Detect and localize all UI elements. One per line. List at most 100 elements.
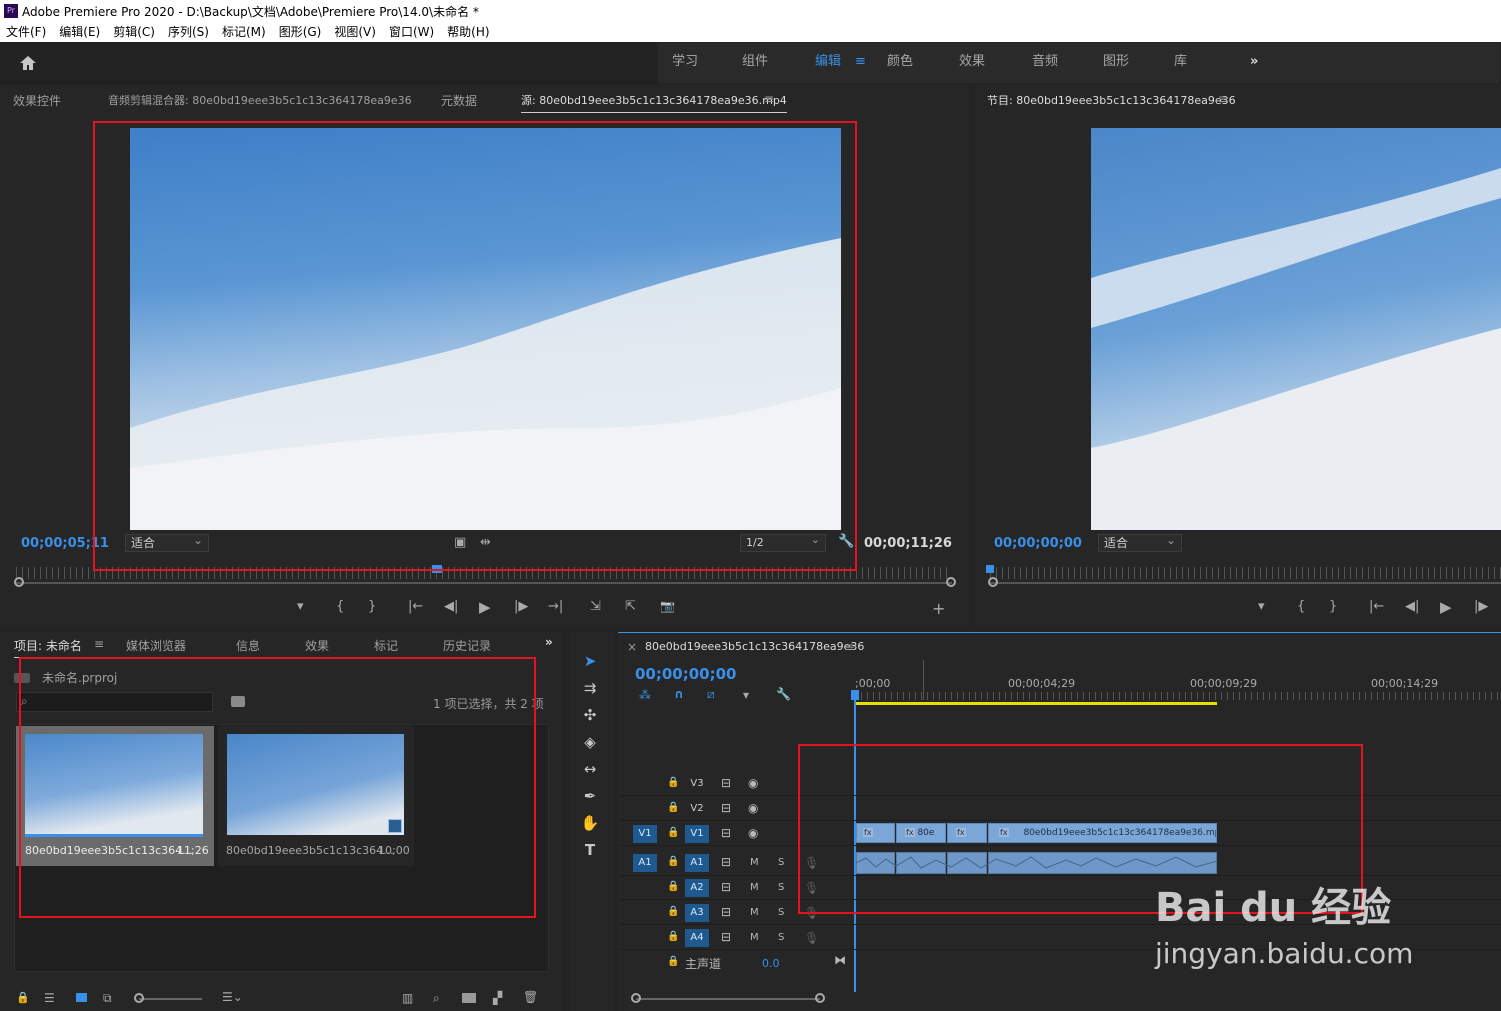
- source-patch-v1[interactable]: V1: [633, 825, 657, 843]
- icon-view-icon[interactable]: [76, 993, 87, 1002]
- sync-lock-icon[interactable]: ⊟: [721, 905, 731, 919]
- eye-icon[interactable]: ◉: [748, 826, 758, 840]
- source-panel-menu-icon[interactable]: ≡: [764, 92, 774, 106]
- close-sequence-icon[interactable]: ×: [627, 640, 637, 654]
- go-to-out-icon[interactable]: →|: [548, 599, 563, 614]
- type-tool-icon[interactable]: T: [579, 839, 601, 861]
- eye-icon[interactable]: ◉: [748, 776, 758, 790]
- mark-in-icon[interactable]: {: [1297, 599, 1305, 614]
- timeline-timecode[interactable]: 00;00;00;00: [635, 665, 737, 683]
- add-button-icon[interactable]: +: [932, 599, 945, 618]
- program-fit-dropdown[interactable]: 适合: [1098, 532, 1182, 552]
- master-volume-value[interactable]: 0.0: [762, 957, 780, 970]
- track-label-a4[interactable]: A4: [685, 929, 709, 947]
- workspace-more-icon[interactable]: »: [1250, 43, 1258, 83]
- menu-edit[interactable]: 编辑(E): [59, 25, 100, 39]
- export-frame-icon[interactable]: 📷: [660, 599, 675, 613]
- menu-sequence[interactable]: 序列(S): [168, 25, 209, 39]
- menu-file[interactable]: 文件(F): [6, 25, 46, 39]
- go-to-in-icon[interactable]: |←: [408, 599, 423, 614]
- go-to-in-icon[interactable]: |←: [1369, 599, 1384, 614]
- zoom-slider-handle-icon[interactable]: [134, 993, 144, 1003]
- scroll-handle-icon[interactable]: [815, 993, 825, 1003]
- work-area-bar[interactable]: [856, 702, 1217, 705]
- project-panel-menu-icon[interactable]: ≡: [94, 637, 104, 651]
- track-label-a1[interactable]: A1: [685, 854, 709, 872]
- lock-icon[interactable]: 🔒: [667, 856, 679, 867]
- mute-button[interactable]: M: [750, 857, 759, 868]
- menu-view[interactable]: 视图(V): [334, 25, 376, 39]
- menu-window[interactable]: 窗口(W): [389, 25, 434, 39]
- solo-button[interactable]: S: [778, 882, 784, 893]
- automate-icon[interactable]: ▥: [402, 991, 413, 1005]
- add-marker-icon[interactable]: ▾: [297, 599, 304, 614]
- scroll-handle-icon[interactable]: [988, 577, 998, 587]
- program-panel-menu-icon[interactable]: ≡: [1218, 92, 1228, 106]
- lock-icon[interactable]: 🔒: [667, 802, 679, 813]
- selection-tool-icon[interactable]: ➤: [579, 650, 601, 672]
- tab-program[interactable]: 节目: 80e0bd19eee3b5c1c13c364178ea9e36: [987, 92, 1236, 108]
- workspace-audio[interactable]: 音频: [1032, 43, 1058, 83]
- workspace-libraries[interactable]: 库: [1174, 43, 1187, 83]
- scroll-handle-icon[interactable]: [631, 993, 641, 1003]
- lock-icon[interactable]: 🔒: [667, 827, 679, 838]
- timeline-menu-icon[interactable]: ≡: [845, 640, 855, 654]
- sync-lock-icon[interactable]: ⊟: [721, 930, 731, 944]
- workspace-effects[interactable]: 效果: [959, 43, 985, 83]
- scroll-handle-icon[interactable]: [946, 577, 956, 587]
- tab-audio-clip-mixer[interactable]: 音频剪辑混合器: 80e0bd19eee3b5c1c13c364178ea9e3…: [108, 92, 412, 108]
- lock-icon[interactable]: 🔒: [16, 991, 30, 1004]
- mute-button[interactable]: M: [750, 882, 759, 893]
- solo-button[interactable]: S: [778, 932, 784, 943]
- pen-tool-icon[interactable]: ✒: [579, 785, 601, 807]
- sync-lock-icon[interactable]: ⊟: [721, 776, 731, 790]
- mark-out-icon[interactable]: }: [1329, 599, 1337, 614]
- ripple-edit-tool-icon[interactable]: ✣: [579, 704, 601, 726]
- lock-icon[interactable]: 🔒: [667, 906, 679, 917]
- track-label-v1[interactable]: V1: [685, 825, 709, 843]
- zoom-slider[interactable]: [139, 998, 202, 1000]
- timeline-playhead-head-icon[interactable]: [851, 690, 859, 700]
- timeline-zoom-scrollbar[interactable]: [636, 998, 820, 1000]
- scroll-handle-icon[interactable]: [14, 577, 24, 587]
- mark-in-icon[interactable]: {: [336, 599, 344, 614]
- workspace-editing[interactable]: 编辑: [815, 43, 841, 83]
- play-icon[interactable]: ▶: [1440, 598, 1452, 616]
- program-timecode[interactable]: 00;00;00;00: [994, 536, 1082, 551]
- tab-effects[interactable]: 效果: [305, 637, 329, 654]
- mic-icon[interactable]: 🎙: [804, 931, 819, 945]
- lock-icon[interactable]: 🔒: [667, 931, 679, 942]
- workspace-color[interactable]: 颜色: [887, 43, 913, 83]
- timeline-settings-icon[interactable]: 🔧: [776, 687, 791, 701]
- overwrite-icon[interactable]: ⇱: [625, 599, 636, 614]
- freeform-view-icon[interactable]: ⧉: [103, 991, 112, 1006]
- play-icon[interactable]: ▶: [479, 598, 491, 616]
- step-back-icon[interactable]: ◀|: [444, 599, 458, 614]
- tab-history[interactable]: 历史记录: [443, 637, 491, 654]
- insert-icon[interactable]: ⇲: [590, 599, 601, 614]
- sync-lock-icon[interactable]: ⊟: [721, 855, 731, 869]
- track-label-a2[interactable]: A2: [685, 879, 709, 897]
- menu-help[interactable]: 帮助(H): [447, 25, 489, 39]
- linked-selection-icon[interactable]: ⧄: [707, 687, 715, 702]
- workspace-menu-icon[interactable]: ≡: [855, 43, 866, 83]
- eye-icon[interactable]: ◉: [748, 801, 758, 815]
- tab-effect-controls[interactable]: 效果控件: [13, 92, 61, 109]
- list-view-icon[interactable]: ☰: [44, 991, 55, 1005]
- step-forward-icon[interactable]: |▶: [1474, 599, 1488, 614]
- program-zoom-scrollbar[interactable]: [990, 582, 1501, 584]
- tab-info[interactable]: 信息: [236, 637, 260, 654]
- mute-button[interactable]: M: [750, 932, 759, 943]
- project-more-icon[interactable]: »: [545, 635, 553, 649]
- sync-lock-icon[interactable]: ⊟: [721, 826, 731, 840]
- new-item-icon[interactable]: ▞: [493, 991, 502, 1005]
- mute-button[interactable]: M: [750, 907, 759, 918]
- workspace-learn[interactable]: 学习: [672, 43, 698, 83]
- menu-markers[interactable]: 标记(M): [222, 25, 266, 39]
- solo-button[interactable]: S: [778, 857, 784, 868]
- add-marker-icon[interactable]: ▾: [1258, 599, 1265, 614]
- sync-lock-icon[interactable]: ⊟: [721, 880, 731, 894]
- tab-source[interactable]: 源: 80e0bd19eee3b5c1c13c364178ea9e36.mp4: [521, 92, 787, 113]
- snap-icon[interactable]: ∩: [674, 687, 684, 701]
- track-label-v2[interactable]: V2: [685, 800, 709, 818]
